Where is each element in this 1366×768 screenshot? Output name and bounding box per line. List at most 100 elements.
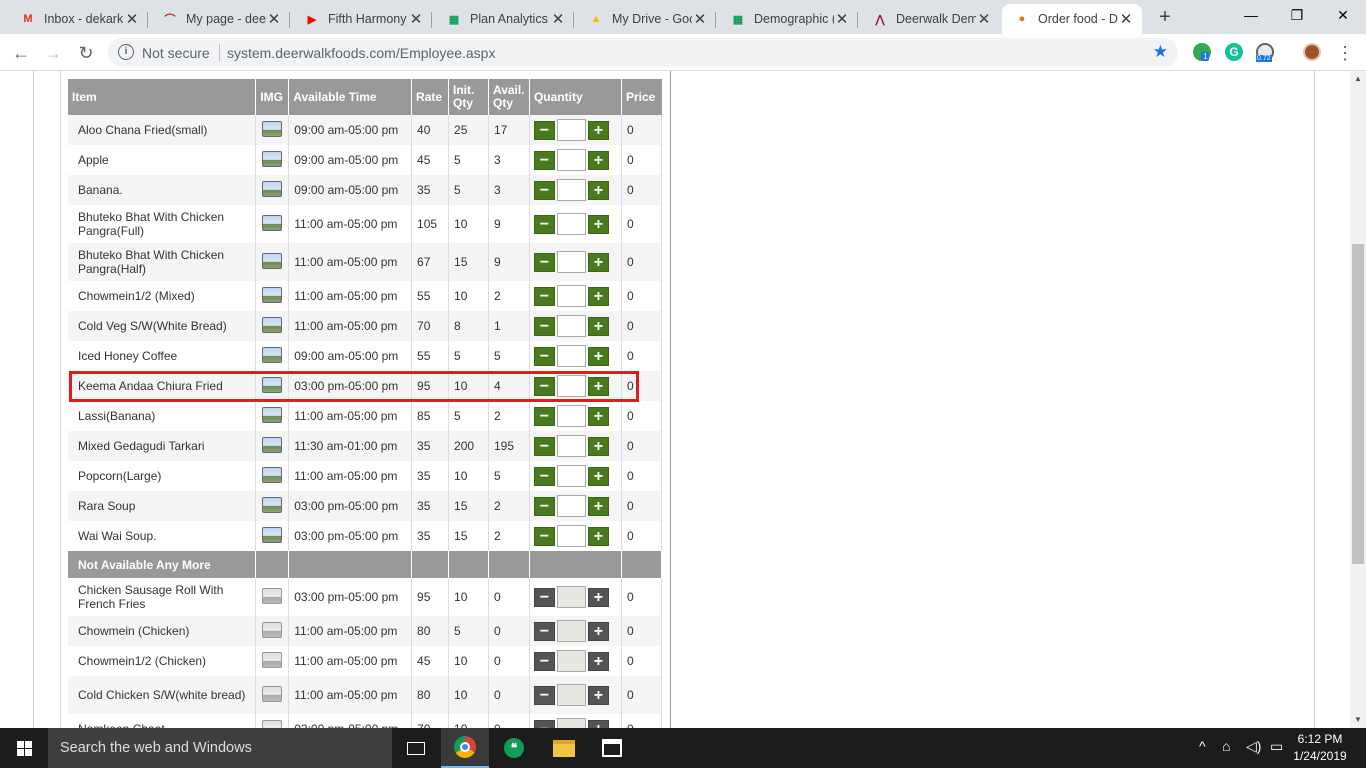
plus-button[interactable]: + (587, 621, 609, 641)
plus-button[interactable]: + (587, 316, 609, 336)
tray-chevron-icon[interactable]: ^ (1199, 738, 1206, 754)
minus-button[interactable]: − (533, 587, 555, 607)
photo-icon[interactable] (262, 150, 283, 167)
task-view-icon[interactable] (392, 728, 440, 768)
minus-button[interactable]: − (533, 252, 555, 272)
minus-button[interactable]: − (533, 286, 555, 306)
photo-icon[interactable] (262, 214, 283, 231)
quantity-stepper[interactable]: −+ (533, 465, 617, 487)
photo-icon[interactable] (262, 180, 283, 197)
store-icon[interactable] (588, 728, 636, 768)
tab-close-icon[interactable]: ✕ (408, 10, 424, 28)
minus-button[interactable]: − (533, 496, 555, 516)
forward-arrow-icon[interactable]: → (40, 40, 66, 66)
quantity-stepper[interactable]: −+ (533, 119, 617, 141)
photo-icon[interactable] (262, 376, 283, 393)
quantity-stepper[interactable]: −+ (533, 251, 617, 273)
quantity-stepper[interactable]: −+ (533, 495, 617, 517)
minus-button[interactable]: − (533, 719, 555, 728)
notification-icon[interactable]: ▭ (1270, 738, 1283, 755)
profile-avatar[interactable] (1303, 43, 1321, 61)
browser-tab[interactable]: ▦ Plan Analytics ✕ (434, 4, 574, 34)
photo-icon[interactable] (262, 346, 283, 363)
photo-icon[interactable] (262, 466, 283, 483)
address-bar[interactable]: i Not secure system.deerwalkfoods.com/Em… (108, 38, 1178, 67)
back-arrow-icon[interactable]: ← (8, 40, 34, 66)
photo-icon[interactable] (262, 406, 283, 423)
minus-button[interactable]: − (533, 651, 555, 671)
quantity-input[interactable] (556, 684, 586, 706)
tab-close-icon[interactable]: ✕ (550, 10, 566, 28)
tab-close-icon[interactable]: ✕ (834, 10, 850, 28)
chrome-taskbar-icon[interactable] (441, 728, 489, 768)
plus-button[interactable]: + (587, 526, 609, 546)
photo-icon[interactable] (262, 436, 283, 453)
quantity-input[interactable] (556, 315, 586, 337)
network-icon[interactable]: ⌂ (1222, 738, 1230, 754)
plus-button[interactable]: + (587, 120, 609, 140)
close-window-button[interactable]: ✕ (1320, 0, 1366, 30)
restore-button[interactable]: ❐ (1274, 0, 1320, 30)
browser-tab[interactable]: M Inbox - dekark ✕ (8, 4, 148, 34)
quantity-input[interactable] (556, 345, 586, 367)
minus-button[interactable]: − (533, 685, 555, 705)
quantity-stepper[interactable]: −+ (533, 650, 617, 672)
browser-tab[interactable]: ▦ Demographic (✕ (718, 4, 858, 34)
photo-icon[interactable] (262, 621, 283, 638)
quantity-input[interactable] (556, 149, 586, 171)
browser-tab[interactable]: ● Order food - D ✕ (1002, 4, 1142, 34)
extension-green-icon[interactable]: 1 (1193, 43, 1211, 61)
quantity-stepper[interactable]: −+ (533, 684, 617, 706)
photo-icon[interactable] (262, 252, 283, 269)
minus-button[interactable]: − (533, 316, 555, 336)
tab-close-icon[interactable]: ✕ (266, 10, 282, 28)
hangouts-icon[interactable]: ❝ (490, 728, 538, 768)
quantity-input[interactable] (556, 620, 586, 642)
minus-button[interactable]: − (533, 466, 555, 486)
plus-button[interactable]: + (587, 436, 609, 456)
plus-button[interactable]: + (587, 587, 609, 607)
minus-button[interactable]: − (533, 120, 555, 140)
plus-button[interactable]: + (587, 719, 609, 728)
photo-icon[interactable] (262, 587, 283, 604)
tab-close-icon[interactable]: ✕ (692, 10, 708, 28)
plus-button[interactable]: + (587, 214, 609, 234)
quantity-input[interactable] (556, 119, 586, 141)
quantity-stepper[interactable]: −+ (533, 315, 617, 337)
minus-button[interactable]: − (533, 621, 555, 641)
quantity-stepper[interactable]: −+ (533, 405, 617, 427)
quantity-input[interactable] (556, 375, 586, 397)
quantity-stepper[interactable]: −+ (533, 285, 617, 307)
quantity-stepper[interactable]: −+ (533, 435, 617, 457)
plus-button[interactable]: + (587, 376, 609, 396)
windows-start-icon[interactable] (0, 728, 48, 768)
minus-button[interactable]: − (533, 346, 555, 366)
quantity-input[interactable] (556, 718, 586, 728)
menu-kebab-icon[interactable]: ⋮ (1332, 40, 1358, 66)
plus-button[interactable]: + (587, 346, 609, 366)
minus-button[interactable]: − (533, 150, 555, 170)
quantity-stepper[interactable]: −+ (533, 149, 617, 171)
tab-close-icon[interactable]: ✕ (1118, 10, 1134, 28)
photo-icon[interactable] (262, 526, 283, 543)
browser-tab[interactable]: ⋀ Deerwalk Dem ✕ (860, 4, 1000, 34)
minimize-button[interactable]: — (1228, 0, 1274, 30)
quantity-input[interactable] (556, 586, 586, 608)
minus-button[interactable]: − (533, 376, 555, 396)
browser-tab[interactable]: ▲ My Drive - Goo ✕ (576, 4, 716, 34)
info-icon[interactable]: i (118, 44, 134, 60)
plus-button[interactable]: + (587, 496, 609, 516)
photo-icon[interactable] (262, 685, 283, 702)
quantity-input[interactable] (556, 495, 586, 517)
minus-button[interactable]: − (533, 214, 555, 234)
plus-button[interactable]: + (587, 685, 609, 705)
volume-icon[interactable]: ◁) (1246, 738, 1261, 755)
quantity-input[interactable] (556, 179, 586, 201)
grammarly-icon[interactable]: G (1225, 43, 1243, 61)
speed-gauge-icon[interactable]: 0.72 (1256, 43, 1274, 62)
tab-close-icon[interactable]: ✕ (976, 10, 992, 28)
plus-button[interactable]: + (587, 150, 609, 170)
photo-icon[interactable] (262, 719, 283, 728)
quantity-stepper[interactable]: −+ (533, 586, 617, 608)
tab-close-icon[interactable]: ✕ (124, 10, 140, 28)
